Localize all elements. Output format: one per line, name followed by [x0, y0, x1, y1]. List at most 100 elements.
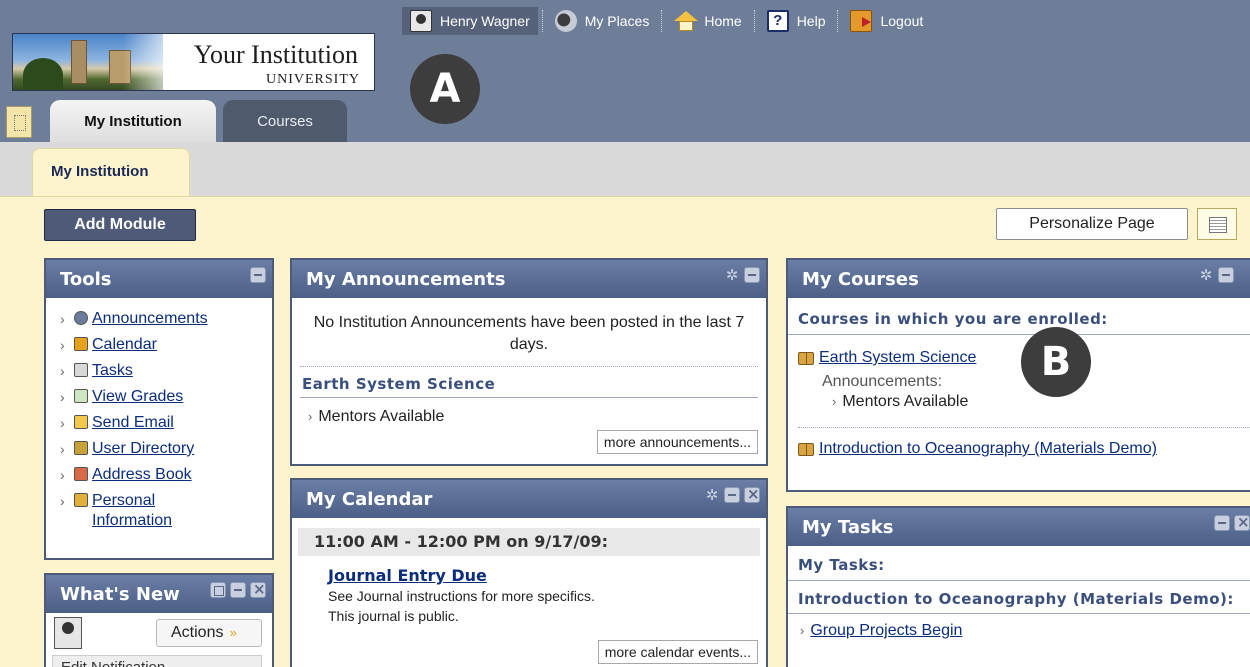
announcements-header: My Announcements: [292, 260, 766, 298]
tool-item: › View Grades: [60, 387, 184, 407]
minimize-icon[interactable]: [1214, 515, 1230, 531]
announcements-icon: [74, 311, 88, 325]
help-link[interactable]: ? Help: [759, 7, 834, 35]
subtab-my-institution[interactable]: My Institution: [32, 148, 190, 196]
whats-new-module: What's New Actions » Edit Notification: [44, 573, 274, 667]
user-directory-icon: [74, 441, 88, 455]
course-name: Introduction to Oceanography (Materials …: [819, 440, 1157, 457]
address-book-icon: [74, 467, 88, 481]
gear-icon[interactable]: [704, 487, 720, 503]
personalize-page-button[interactable]: Personalize Page: [996, 208, 1188, 240]
logout-link[interactable]: Logout: [842, 7, 931, 35]
module-title: My Tasks: [802, 517, 894, 538]
home-link[interactable]: Home: [666, 7, 749, 35]
top-nav: Henry Wagner My Places Home ? Help Logou…: [402, 6, 931, 36]
close-icon[interactable]: [1234, 513, 1250, 531]
whats-new-body: Actions » Edit Notification: [46, 613, 272, 667]
tool-item: › User Directory: [60, 439, 195, 459]
tool-link-view-grades[interactable]: View Grades: [92, 387, 183, 407]
logo-subtitle: UNIVERSITY: [266, 72, 360, 87]
announcement-item: › Mentors Available: [292, 398, 766, 426]
collapse-frame-icon[interactable]: [6, 106, 32, 138]
minimize-icon[interactable]: [744, 267, 760, 283]
announcements-label: Announcements:: [822, 373, 943, 390]
module-title: What's New: [60, 584, 180, 605]
whats-new-header: What's New: [46, 575, 272, 613]
module-title: My Calendar: [306, 489, 433, 510]
tab-my-institution[interactable]: My Institution: [50, 100, 216, 142]
chevron-right-icon: ›: [832, 394, 837, 409]
tasks-header: My Tasks: [788, 508, 1250, 546]
close-icon[interactable]: [744, 485, 760, 503]
course-announcement: › Mentors Available: [788, 391, 1250, 411]
add-module-button[interactable]: Add Module: [44, 209, 196, 241]
my-places-link[interactable]: My Places: [547, 7, 658, 35]
course-link-earth-system-science[interactable]: Earth System Science: [788, 349, 1250, 367]
callout-badge-b: B: [1021, 327, 1091, 397]
tasks-icon: [74, 363, 88, 377]
tool-link-user-directory[interactable]: User Directory: [92, 439, 194, 459]
minimize-icon[interactable]: [724, 487, 740, 503]
tools-header: Tools: [46, 260, 272, 298]
tool-link-send-email[interactable]: Send Email: [92, 413, 174, 433]
tab-courses[interactable]: Courses: [223, 100, 347, 142]
module-title: Tools: [60, 269, 112, 290]
logo-name: Your Institution: [193, 40, 358, 69]
no-announcements-text: No Institution Announcements have been p…: [313, 314, 745, 353]
event-description: See Journal instructions for more specif…: [328, 588, 595, 604]
user-avatar-icon: [410, 10, 432, 32]
tool-link-calendar[interactable]: Calendar: [92, 335, 157, 355]
close-icon[interactable]: [250, 580, 266, 598]
minimize-icon[interactable]: [230, 582, 246, 598]
help-icon: ?: [766, 10, 789, 32]
user-avatar-icon: [54, 617, 82, 649]
my-places-label: My Places: [584, 13, 650, 29]
course-heading: Earth System Science: [300, 366, 758, 398]
announcements-module: My Announcements No Institution Announce…: [290, 258, 768, 466]
task-link[interactable]: Group Projects Begin: [810, 622, 962, 639]
more-announcements-button[interactable]: more announcements...: [596, 430, 758, 454]
course-announcement-title: Mentors Available: [842, 393, 969, 410]
tools-list: › Announcements › Calendar › Tasks › View Gr…: [46, 298, 272, 531]
popout-icon[interactable]: [210, 582, 226, 598]
minimize-icon[interactable]: [1218, 267, 1234, 283]
course-name: Earth System Science: [819, 349, 977, 366]
tasks-module: My Tasks My Tasks: Introduction to Ocean…: [786, 506, 1250, 667]
tool-item: › Announcements: [60, 309, 208, 329]
minimize-icon[interactable]: [250, 267, 266, 283]
edit-notification-item[interactable]: Edit Notification: [52, 655, 262, 667]
gear-icon[interactable]: [724, 267, 740, 283]
actions-label: Actions: [171, 624, 224, 641]
tool-link-tasks[interactable]: Tasks: [92, 361, 133, 381]
page-toolbar: Add Module Personalize Page: [0, 196, 1250, 250]
tool-link-address-book[interactable]: Address Book: [92, 465, 192, 485]
home-label: Home: [704, 13, 742, 29]
tool-link-announcements[interactable]: Announcements: [92, 309, 208, 329]
tool-item: › Address Book: [60, 465, 192, 485]
tool-item: › Send Email: [60, 413, 174, 433]
calendar-icon: [74, 337, 88, 351]
layout-icon[interactable]: [1197, 208, 1237, 240]
module-area: Tools › Announcements › Calendar › Tasks › V…: [0, 250, 1250, 667]
institution-logo[interactable]: Your Institution UNIVERSITY: [12, 33, 375, 91]
tasks-course-heading: Introduction to Oceanography (Materials …: [788, 581, 1250, 614]
event-title-link[interactable]: Journal Entry Due: [328, 566, 766, 585]
book-icon: [798, 442, 814, 456]
home-icon: [674, 10, 699, 32]
tool-link-personal-information[interactable]: Personal Information: [92, 491, 222, 531]
personal-info-icon: [74, 493, 88, 507]
chevron-right-icon: ›: [308, 409, 313, 424]
calendar-header: My Calendar: [292, 480, 766, 518]
courses-header: My Courses: [788, 260, 1250, 298]
event-visibility: This journal is public.: [328, 608, 459, 624]
callout-badge-a: A: [410, 54, 480, 124]
gear-icon[interactable]: [1198, 267, 1214, 283]
more-calendar-events-button[interactable]: more calendar events...: [597, 640, 758, 664]
chevron-right-icon: ›: [800, 623, 805, 638]
tasks-heading: My Tasks:: [788, 546, 1250, 581]
actions-dropdown[interactable]: Actions »: [156, 619, 262, 647]
announcement-title: Mentors Available: [318, 408, 445, 425]
user-name-link[interactable]: Henry Wagner: [402, 7, 538, 35]
course-link-oceanography[interactable]: Introduction to Oceanography (Materials …: [788, 440, 1250, 458]
logout-label: Logout: [880, 13, 924, 29]
